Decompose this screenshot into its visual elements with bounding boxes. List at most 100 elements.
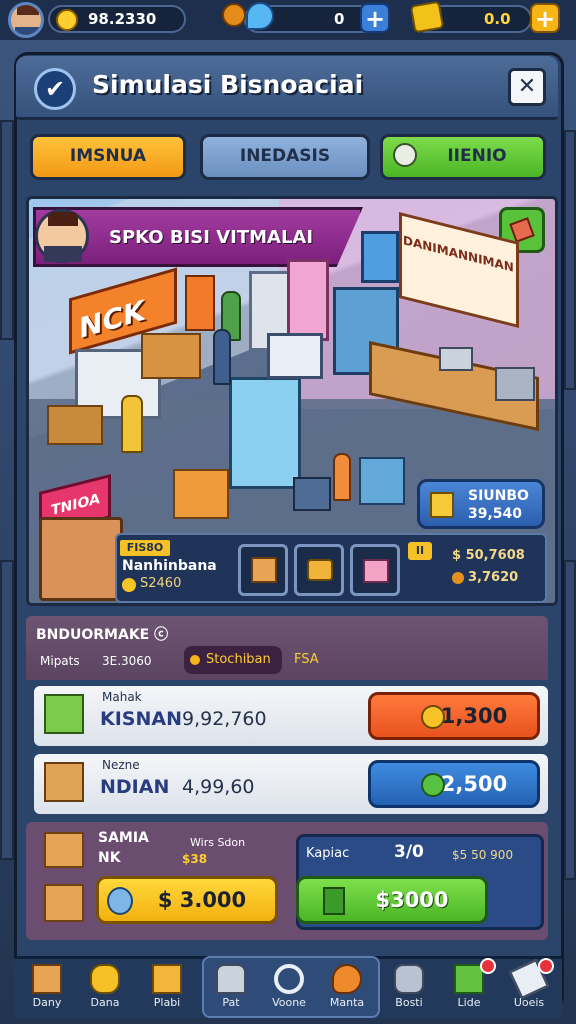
kapital-price: $5 50 900 (452, 848, 514, 862)
atm-screen (267, 333, 323, 379)
nav-label: Manta (329, 996, 365, 1009)
shop-scene[interactable]: SPKO BISI VITMALAI NCK DANIMANNIMAN TNIO… (26, 196, 558, 606)
manager-avatar (35, 209, 89, 263)
upgrade-slot-gift[interactable] (350, 544, 400, 596)
add-gold-button[interactable]: + (530, 3, 560, 33)
blue-gem-icon (246, 2, 274, 30)
nav-label: Plabi (153, 996, 181, 1009)
sort-chip-label: Stochiban (206, 652, 271, 667)
tab-inedasis[interactable]: INEDASIS (200, 134, 370, 180)
cash-counter: 98.2330 (48, 5, 186, 33)
nav-item-plabi[interactable]: Plabi (138, 960, 196, 1014)
purchase-button-yellow[interactable]: $ 3.000 (96, 876, 278, 924)
produce-crate (47, 405, 103, 445)
item-small: Nezne (102, 758, 140, 772)
bottom-title: SAMIA (98, 830, 149, 846)
green-crate-icon (44, 694, 84, 734)
info-line1: SIUNBO (468, 488, 529, 504)
check-badge-icon: ✔ (34, 68, 76, 110)
purchase-price-2: $3000 (375, 888, 449, 912)
item-name: NDIAN (100, 776, 170, 798)
nav-label: Dany (32, 996, 62, 1009)
shovel-icon (332, 964, 362, 994)
list-item: Nezne NDIAN 4,99,60 2,500 (34, 754, 548, 814)
delivery-box (173, 469, 229, 519)
sort-chip[interactable]: Stochiban (184, 646, 282, 674)
tab-imsnua[interactable]: IMSNUA (30, 134, 186, 180)
nav-item-dana[interactable]: Dana (76, 960, 134, 1014)
item-small: Mahak (102, 690, 142, 704)
info-icon: ⓒ (154, 627, 169, 643)
info-line2: 39,540 (468, 506, 523, 522)
coin-icon (122, 578, 136, 592)
glass-cooler (229, 377, 301, 489)
stall-card[interactable] (39, 517, 123, 601)
close-button[interactable]: ✕ (508, 68, 546, 106)
computer-desk (293, 477, 331, 511)
nav-item-bosti[interactable]: Bosti (380, 960, 438, 1014)
shop-stat1: $ 50,7608 (452, 548, 525, 563)
nav-item-dany[interactable]: Dany (18, 960, 76, 1014)
kapital-label: Kapiac (306, 846, 350, 861)
buy-button[interactable]: 2,500 (368, 760, 540, 808)
nav-item-manta[interactable]: Manta (318, 960, 376, 1014)
worker-blue (213, 329, 231, 385)
nav-label: Voone (272, 996, 306, 1009)
bg-building-right (564, 130, 576, 390)
gold-card-icon (409, 0, 445, 34)
tab-iienio-label: IIENIO (447, 146, 507, 166)
notification-dot (480, 958, 496, 974)
green-coin-icon (421, 773, 445, 797)
notification-dot (538, 958, 554, 974)
upgrade-slot-produce[interactable] (294, 544, 344, 596)
nav-item-voone[interactable]: Voone (260, 960, 318, 1014)
bg-building-right-lower (564, 560, 576, 880)
gift-box-icon (363, 559, 389, 583)
nav-label: Bosti (395, 996, 423, 1009)
buy-price: 2,500 (440, 772, 508, 796)
list-header: BNDUORMAKE ⓒ (36, 624, 168, 644)
key-icon (107, 887, 133, 915)
buy-price: 1,300 (440, 704, 508, 728)
worker-icon (216, 964, 246, 994)
buy-button[interactable]: 1,300 (368, 692, 540, 740)
purchase-button-green[interactable]: $3000 (296, 876, 488, 924)
magnifier-icon (393, 143, 417, 167)
coin-icon (421, 705, 445, 729)
printer (439, 347, 473, 371)
dot-icon (190, 655, 200, 665)
gear-icon (394, 964, 424, 994)
nav-label: Dana (90, 996, 120, 1009)
cash-register (495, 367, 535, 401)
income-info-button[interactable]: SIUNBO 39,540 (417, 479, 545, 529)
bg-building-left-lower (0, 560, 14, 860)
gold-value: 0.0 (484, 10, 511, 28)
purchase-price-1: $ 3.000 (157, 888, 247, 912)
crate-icon (251, 557, 277, 583)
ring-icon (274, 964, 304, 994)
snack-stand (359, 457, 405, 505)
bottom-sub-label: Wirs Sdon (190, 836, 246, 849)
crate-icon (44, 884, 84, 922)
sort-extra: FSA (294, 652, 319, 667)
list-label: Mipats (40, 654, 80, 668)
pink-door (287, 259, 329, 341)
nav-item-pat[interactable]: Pat (202, 960, 260, 1014)
shop-stat2: 3,7620 (468, 570, 519, 585)
cashier (333, 453, 351, 501)
ruby-icon (509, 217, 535, 243)
bronze-coin-icon (222, 3, 246, 27)
dollar-coin-icon (56, 9, 78, 31)
customer (121, 395, 143, 453)
tab-iienio[interactable]: IIENIO (380, 134, 546, 180)
crate-icon (44, 832, 84, 868)
player-avatar[interactable] (8, 2, 44, 38)
box-icon (32, 964, 62, 994)
shop-tag: FIS8O (120, 540, 170, 556)
list-item: Mahak KISNAN 9,92,760 1,300 (34, 686, 548, 746)
bag-icon (323, 887, 345, 915)
tool-crate-icon (44, 762, 84, 802)
top-bar: 98.2330 0 + 0.0 + (0, 0, 576, 40)
upgrade-slot-box[interactable] (238, 544, 288, 596)
add-gems-button[interactable]: + (360, 3, 390, 33)
